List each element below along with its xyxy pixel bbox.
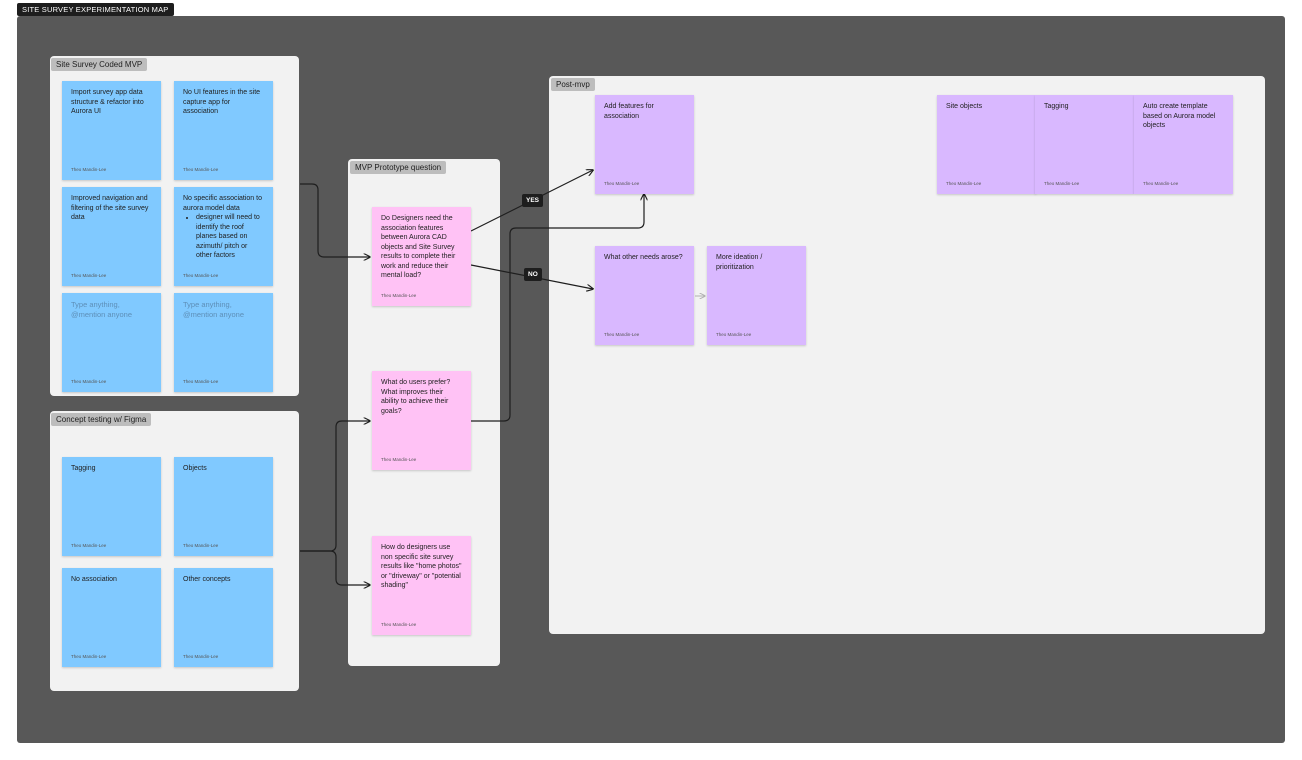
sticky-author: Theo Mandin-Lee (71, 654, 107, 659)
sticky-text: Site objects (946, 103, 983, 110)
sticky-note[interactable]: Tagging Theo Mandin-Lee (1035, 95, 1134, 194)
sticky-author: Theo Mandin-Lee (71, 379, 107, 384)
yes-badge: YES (522, 194, 544, 207)
sticky-author: Theo Mandin-Lee (716, 332, 752, 337)
sticky-note[interactable]: No association Theo Mandin-Lee (62, 568, 161, 667)
sticky-text: No UI features in the site capture app f… (183, 89, 261, 115)
bullet-item: designer will need to identify the roof … (196, 213, 265, 261)
sticky-text: More ideation / prioritization (716, 254, 763, 271)
sticky-placeholder[interactable]: Type anything, @mention anyone (183, 300, 265, 320)
sticky-author: Theo Mandin-Lee (381, 457, 417, 462)
sticky-note-empty[interactable]: Type anything, @mention anyone Theo Mand… (62, 293, 161, 392)
sticky-note[interactable]: How do designers use non specific site s… (372, 536, 471, 635)
sticky-note[interactable]: Import survey app data structure & refac… (62, 81, 161, 180)
sticky-author: Theo Mandin-Lee (183, 167, 219, 172)
sticky-author: Theo Mandin-Lee (183, 654, 219, 659)
sticky-text: Tagging (1044, 103, 1069, 110)
sticky-author: Theo Mandin-Lee (604, 181, 640, 186)
no-badge: NO (524, 268, 542, 281)
section-label[interactable]: Post-mvp (551, 78, 595, 91)
sticky-note[interactable]: Do Designers need the association featur… (372, 207, 471, 306)
section-label[interactable]: Concept testing w/ Figma (51, 413, 152, 426)
sticky-text: Objects (183, 465, 207, 472)
sticky-author: Theo Mandin-Lee (71, 543, 107, 548)
sticky-text: Do Designers need the association featur… (381, 215, 456, 279)
sticky-text: What other needs arose? (604, 254, 683, 261)
sticky-note[interactable]: What other needs arose? Theo Mandin-Lee (595, 246, 694, 345)
sticky-text: What do users prefer? What improves thei… (381, 379, 451, 415)
sticky-text: No specific association to aurora model … (183, 194, 265, 261)
sticky-note[interactable]: Site objects Theo Mandin-Lee (937, 95, 1036, 194)
sticky-author: Theo Mandin-Lee (381, 293, 417, 298)
sticky-note[interactable]: What do users prefer? What improves thei… (372, 371, 471, 470)
sticky-note[interactable]: Auto create template based on Aurora mod… (1134, 95, 1233, 194)
sticky-author: Theo Mandin-Lee (71, 273, 107, 278)
sticky-note[interactable]: Tagging Theo Mandin-Lee (62, 457, 161, 556)
sticky-note[interactable]: Improved navigation and filtering of the… (62, 187, 161, 286)
sticky-note[interactable]: No specific association to aurora model … (174, 187, 273, 286)
sticky-text: How do designers use non specific site s… (381, 544, 462, 589)
sticky-author: Theo Mandin-Lee (71, 167, 107, 172)
sticky-note-empty[interactable]: Type anything, @mention anyone Theo Mand… (174, 293, 273, 392)
section-label[interactable]: MVP Prototype question (350, 161, 447, 174)
sticky-author: Theo Mandin-Lee (183, 543, 219, 548)
sticky-text: No association (71, 576, 117, 583)
sticky-note[interactable]: Add features for association Theo Mandin… (595, 95, 694, 194)
sticky-text: Other concepts (183, 576, 231, 583)
sticky-author: Theo Mandin-Lee (946, 181, 982, 186)
sticky-author: Theo Mandin-Lee (183, 379, 219, 384)
sticky-note[interactable]: Other concepts Theo Mandin-Lee (174, 568, 273, 667)
sticky-text-main: No specific association to aurora model … (183, 195, 262, 212)
sticky-text: Improved navigation and filtering of the… (71, 195, 149, 221)
bullet-list: designer will need to identify the roof … (183, 213, 265, 261)
sticky-text: Add features for association (604, 103, 654, 120)
section-label[interactable]: Site Survey Coded MVP (51, 58, 148, 71)
page-title: SITE SURVEY EXPERIMENTATION MAP (17, 3, 174, 16)
sticky-author: Theo Mandin-Lee (1143, 181, 1179, 186)
sticky-placeholder[interactable]: Type anything, @mention anyone (71, 300, 153, 320)
sticky-text: Auto create template based on Aurora mod… (1143, 103, 1216, 129)
sticky-author: Theo Mandin-Lee (1044, 181, 1080, 186)
sticky-author: Theo Mandin-Lee (381, 622, 417, 627)
sticky-author: Theo Mandin-Lee (604, 332, 640, 337)
sticky-note[interactable]: No UI features in the site capture app f… (174, 81, 273, 180)
sticky-text: Tagging (71, 465, 96, 472)
sticky-author: Theo Mandin-Lee (183, 273, 219, 278)
sticky-note[interactable]: Objects Theo Mandin-Lee (174, 457, 273, 556)
sticky-note[interactable]: More ideation / prioritization Theo Mand… (707, 246, 806, 345)
sticky-text: Import survey app data structure & refac… (71, 89, 144, 115)
